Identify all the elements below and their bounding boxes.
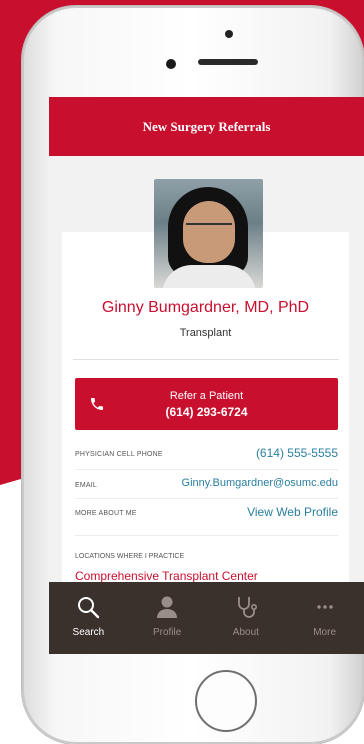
divider bbox=[75, 498, 338, 499]
physician-department: Transplant bbox=[179, 327, 232, 339]
divider bbox=[73, 359, 339, 360]
detail-key: MORE ABOUT ME bbox=[75, 510, 137, 517]
app-header: New Surgery Referrals bbox=[49, 97, 364, 156]
front-camera bbox=[166, 59, 176, 69]
tab-label: More bbox=[313, 627, 337, 638]
tab-more[interactable]: More bbox=[285, 582, 364, 654]
home-button[interactable] bbox=[195, 670, 257, 732]
search-icon bbox=[78, 597, 100, 619]
physician-name: Ginny Bumgardner, MD, PhD bbox=[101, 299, 310, 316]
more-icon bbox=[316, 605, 333, 609]
email-link[interactable]: Ginny.Bumgardner@osumc.edu bbox=[182, 477, 338, 489]
tab-label: About bbox=[232, 627, 259, 638]
tab-label: Profile bbox=[152, 627, 182, 638]
web-profile-link[interactable]: View Web Profile bbox=[247, 505, 338, 519]
divider bbox=[75, 469, 338, 470]
header-title: New Surgery Referrals bbox=[142, 118, 271, 134]
location-link[interactable]: Comprehensive Transplant Center bbox=[75, 569, 258, 583]
speaker-grille bbox=[198, 59, 258, 65]
refer-label: Refer a Patient bbox=[169, 390, 244, 402]
detail-key: PHYSICIAN CELL PHONE bbox=[75, 451, 163, 458]
detail-row-email: EMAIL Ginny.Bumgardner@osumc.edu bbox=[75, 477, 338, 497]
app-screen: New Surgery Referrals Ginny Bumgardner, … bbox=[49, 97, 364, 654]
tab-profile[interactable]: Profile bbox=[128, 582, 207, 654]
avatar bbox=[154, 179, 263, 288]
refer-patient-button[interactable]: Refer a Patient (614) 293-6724 bbox=[75, 378, 338, 430]
camera-dot bbox=[225, 30, 233, 38]
detail-row-web-profile: MORE ABOUT ME View Web Profile bbox=[75, 505, 338, 525]
detail-row-cell-phone: PHYSICIAN CELL PHONE (614) 555-5555 bbox=[75, 446, 338, 466]
tab-search[interactable]: Search bbox=[49, 582, 128, 654]
tab-bar: Search Profile About More bbox=[49, 582, 364, 654]
detail-key: EMAIL bbox=[75, 482, 98, 489]
refer-phone: (614) 293-6724 bbox=[165, 405, 248, 419]
locations-label: LOCATIONS WHERE I PRACTICE bbox=[75, 553, 185, 560]
stethoscope-icon bbox=[237, 597, 257, 618]
divider bbox=[75, 535, 338, 536]
person-icon bbox=[157, 596, 178, 618]
tab-about[interactable]: About bbox=[207, 582, 286, 654]
cell-phone-link[interactable]: (614) 555-5555 bbox=[256, 446, 338, 460]
tab-label: Search bbox=[72, 627, 105, 638]
